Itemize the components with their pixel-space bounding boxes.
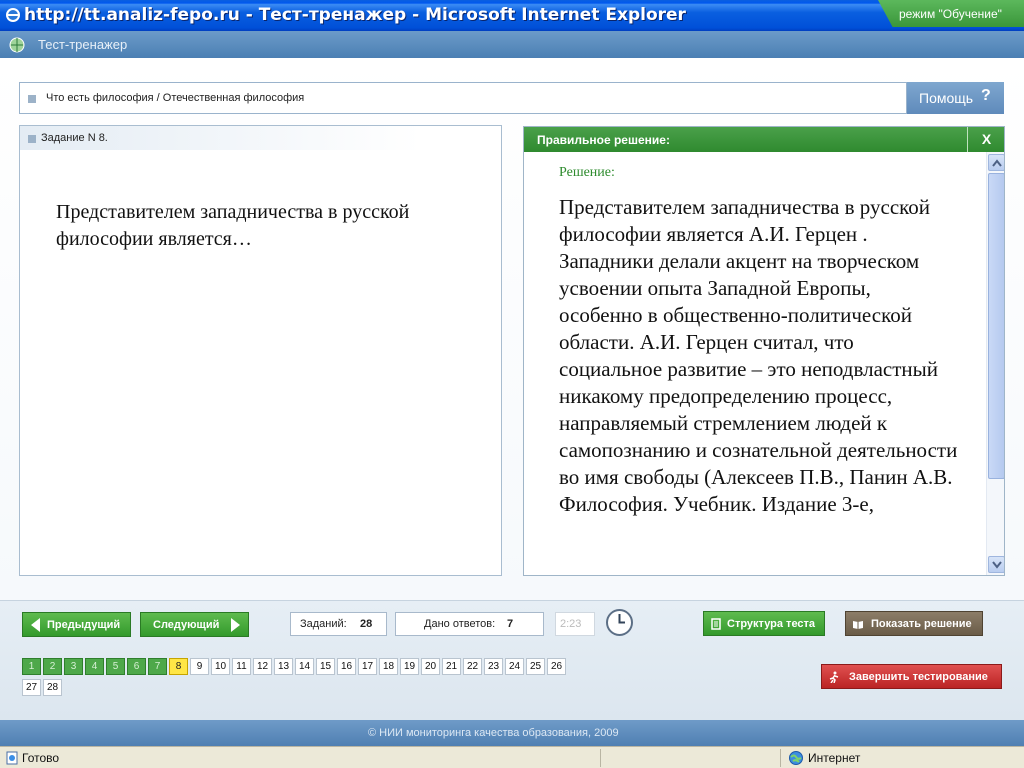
help-button[interactable]: Помощь ? bbox=[907, 82, 1004, 114]
ie-logo-icon bbox=[6, 8, 20, 22]
task-number-button[interactable]: 11 bbox=[232, 658, 251, 675]
task-number-button[interactable]: 12 bbox=[253, 658, 272, 675]
tasks-count-box: Заданий: 28 bbox=[290, 612, 387, 636]
task-number-button[interactable]: 10 bbox=[211, 658, 230, 675]
solution-subheading: Решение: bbox=[559, 165, 615, 180]
solution-scrollbar[interactable] bbox=[986, 152, 1004, 575]
task-number-button[interactable]: 17 bbox=[358, 658, 377, 675]
task-number-button[interactable]: 24 bbox=[505, 658, 524, 675]
close-solution-button[interactable]: X bbox=[967, 127, 1004, 152]
status-text: Готово bbox=[22, 751, 60, 765]
test-structure-label: Структура теста bbox=[727, 618, 816, 630]
prev-label: Предыдущий bbox=[47, 619, 121, 631]
task-number-button[interactable]: 6 bbox=[127, 658, 146, 675]
internet-globe-icon bbox=[789, 751, 803, 765]
task-number-button[interactable]: 9 bbox=[190, 658, 209, 675]
task-header: Задание N 8. bbox=[20, 126, 420, 150]
task-number-button[interactable]: 5 bbox=[106, 658, 125, 675]
task-panel: Задание N 8. Представителем западничеств… bbox=[19, 125, 502, 576]
task-number-button[interactable]: 22 bbox=[463, 658, 482, 675]
arrow-left-icon bbox=[31, 618, 40, 632]
task-number-button[interactable]: 13 bbox=[274, 658, 293, 675]
help-label: Помощь bbox=[919, 90, 974, 106]
task-number-button[interactable]: 27 bbox=[22, 679, 41, 696]
arrow-right-icon bbox=[231, 618, 240, 632]
task-number-button[interactable]: 2 bbox=[43, 658, 62, 675]
bullet-square-icon bbox=[28, 135, 36, 143]
task-number-button[interactable]: 3 bbox=[64, 658, 83, 675]
mode-label: режим "Обучение" bbox=[899, 7, 1002, 21]
tasks-count: 28 bbox=[360, 618, 373, 630]
book-icon bbox=[853, 621, 863, 629]
timer-value: 2:23 bbox=[560, 618, 582, 630]
answers-label: Дано ответов: bbox=[424, 618, 496, 630]
task-number-button[interactable]: 21 bbox=[442, 658, 461, 675]
globe-icon bbox=[9, 37, 25, 53]
scroll-up-button[interactable] bbox=[988, 154, 1004, 171]
page-icon bbox=[6, 751, 18, 765]
chevron-down-icon bbox=[992, 561, 1002, 569]
copyright: © НИИ мониторинга качества образования, … bbox=[368, 727, 619, 739]
task-number-button[interactable]: 14 bbox=[295, 658, 314, 675]
task-number-button[interactable]: 25 bbox=[526, 658, 545, 675]
solution-text: Представителем западничества в русской ф… bbox=[559, 195, 958, 516]
scroll-down-button[interactable] bbox=[988, 556, 1004, 573]
answers-count: 7 bbox=[507, 618, 514, 630]
topic-breadcrumb: Что есть философия / Отечественная филос… bbox=[19, 82, 907, 114]
status-divider bbox=[600, 749, 601, 767]
scroll-thumb[interactable] bbox=[988, 173, 1004, 479]
task-number-button[interactable]: 26 bbox=[547, 658, 566, 675]
finish-test-button[interactable]: Завершить тестирование bbox=[821, 664, 1002, 689]
task-number-current[interactable]: 8 bbox=[169, 658, 188, 675]
task-number-button[interactable]: 20 bbox=[421, 658, 440, 675]
bullet-square-icon bbox=[28, 95, 36, 103]
list-icon bbox=[711, 618, 721, 630]
footer: © НИИ мониторинга качества образования, … bbox=[0, 720, 1024, 746]
solution-header: Правильное решение: X bbox=[524, 127, 1004, 152]
next-label: Следующий bbox=[153, 619, 220, 631]
task-number-button[interactable]: 23 bbox=[484, 658, 503, 675]
task-number-button[interactable]: 28 bbox=[43, 679, 62, 696]
show-solution-label: Показать решение bbox=[871, 618, 972, 630]
task-number-button[interactable]: 1 bbox=[22, 658, 41, 675]
window-title: http://tt.analiz-fepo.ru - Тест-тренажер… bbox=[24, 5, 686, 25]
timer: 2:23 bbox=[555, 612, 595, 636]
task-question: Представителем западничества в русской ф… bbox=[56, 201, 410, 250]
window-titlebar[interactable]: http://tt.analiz-fepo.ru - Тест-тренажер… bbox=[0, 0, 1024, 31]
status-bar: Готово Интернет bbox=[0, 746, 1024, 768]
solution-title: Правильное решение: bbox=[537, 133, 670, 147]
task-number-button[interactable]: 4 bbox=[85, 658, 104, 675]
security-zone: Интернет bbox=[808, 751, 861, 765]
finish-test-label: Завершить тестирование bbox=[849, 671, 988, 683]
test-structure-button[interactable]: Структура теста bbox=[703, 611, 825, 636]
task-number-button[interactable]: 19 bbox=[400, 658, 419, 675]
topic-path: Что есть философия / Отечественная филос… bbox=[46, 92, 305, 104]
tasks-label: Заданий: bbox=[300, 618, 347, 630]
task-number-button[interactable]: 7 bbox=[148, 658, 167, 675]
running-man-icon bbox=[829, 671, 839, 683]
task-number-button[interactable]: 16 bbox=[337, 658, 356, 675]
question-mark-icon: ? bbox=[981, 87, 991, 104]
status-divider bbox=[780, 749, 781, 767]
task-number-grid: 1 2 3 4 5 6 7 8 9 10 11 12 13 14 15 16 17 18 19 20 21 22 23 24 2… bbox=[22, 658, 582, 698]
task-number-button[interactable]: 15 bbox=[316, 658, 335, 675]
answers-count-box: Дано ответов: 7 bbox=[395, 612, 544, 636]
task-number-button[interactable]: 18 bbox=[379, 658, 398, 675]
chevron-up-icon bbox=[992, 159, 1002, 167]
task-number: Задание N 8. bbox=[41, 132, 108, 144]
app-header: Тест-тренажер bbox=[0, 31, 1024, 58]
prev-button[interactable]: Предыдущий bbox=[22, 612, 131, 637]
show-solution-button[interactable]: Показать решение bbox=[845, 611, 983, 636]
app-title: Тест-тренажер bbox=[38, 37, 128, 52]
solution-panel: Правильное решение: X Решение: Представи… bbox=[523, 126, 1005, 576]
clock-icon bbox=[606, 609, 633, 636]
next-button[interactable]: Следующий bbox=[140, 612, 249, 637]
